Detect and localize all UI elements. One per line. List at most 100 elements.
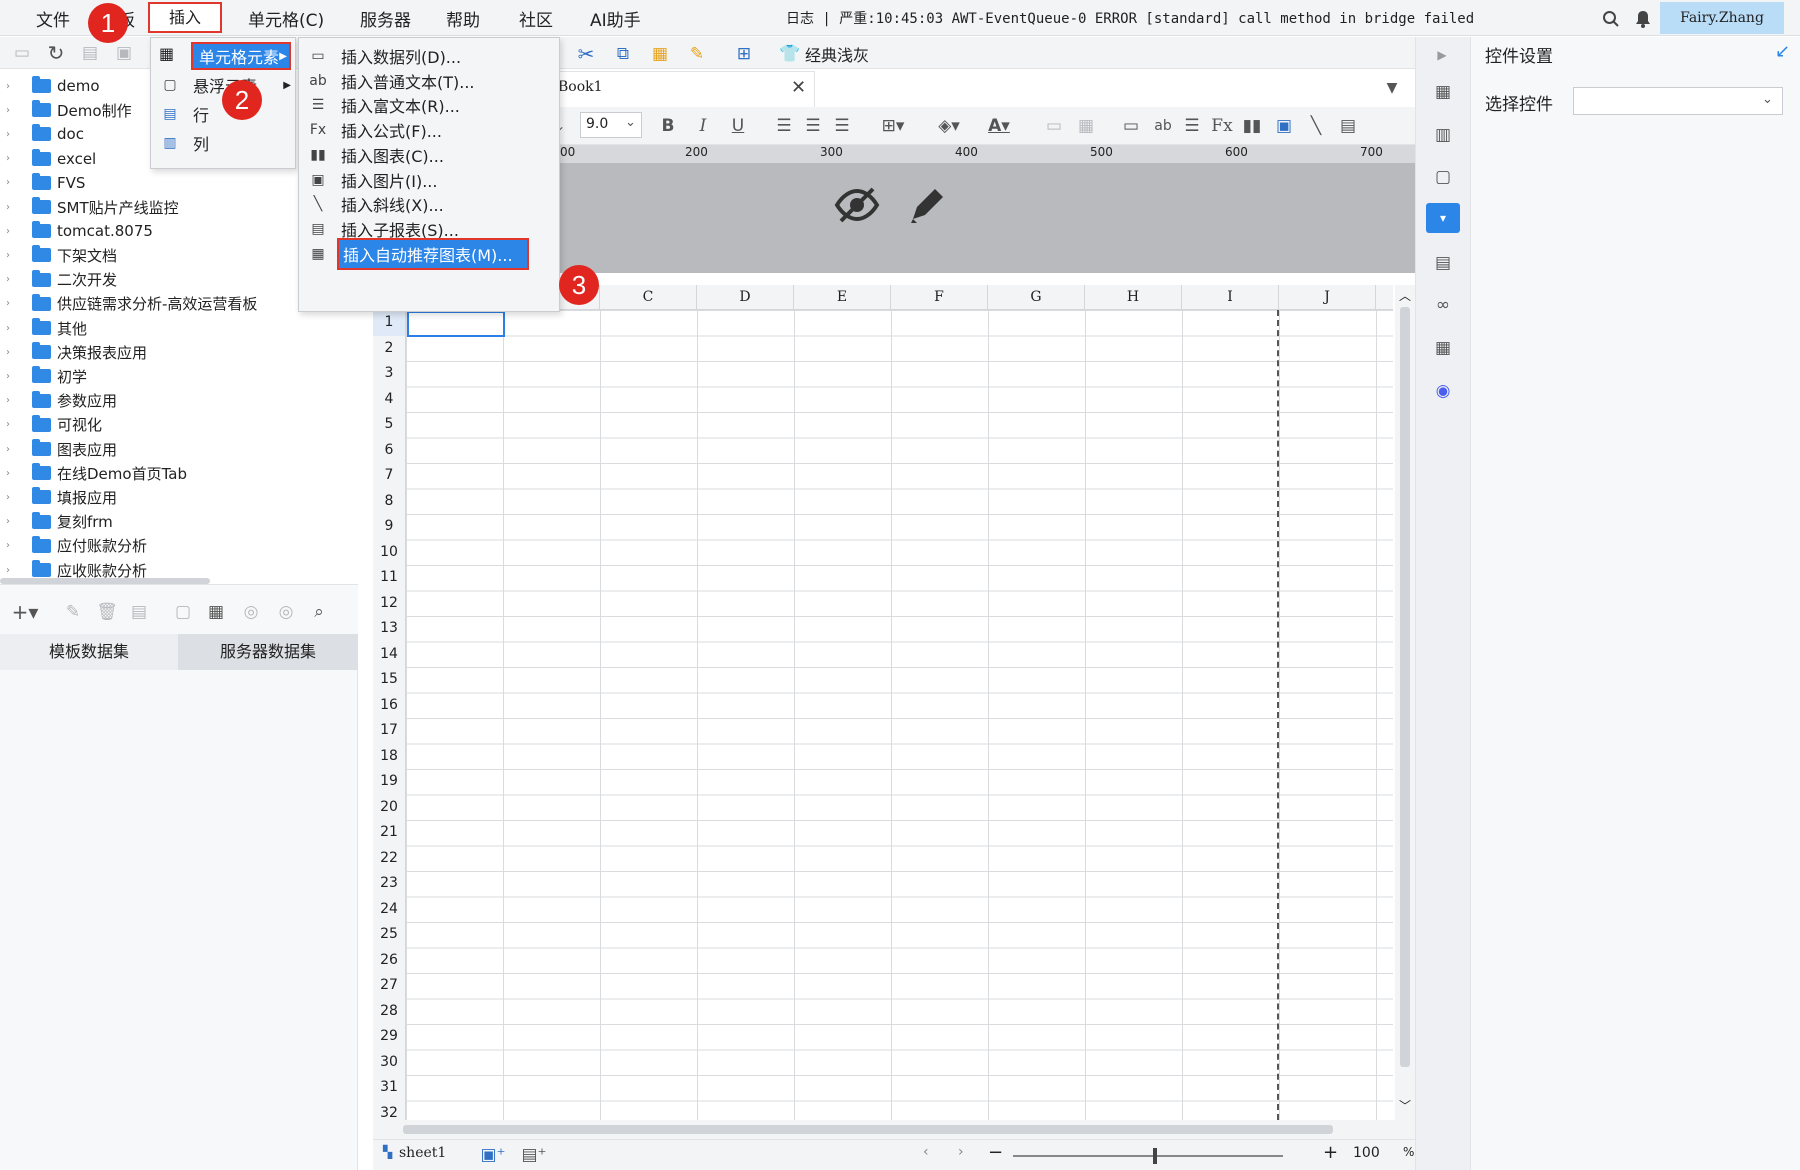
row-header[interactable]: 12: [373, 590, 406, 616]
paste-icon[interactable]: ▦: [647, 41, 673, 67]
expand-arrow-icon[interactable]: ›: [6, 492, 20, 503]
zoom-slider-handle[interactable]: [1153, 1148, 1157, 1164]
bell-icon[interactable]: [1632, 8, 1654, 30]
eye-hidden-icon[interactable]: [833, 183, 881, 231]
pin-icon[interactable]: ↙: [1775, 41, 1790, 62]
sheet-tab[interactable]: sheet1: [399, 1145, 446, 1161]
copy-icon[interactable]: ⧉: [610, 41, 636, 67]
tree-folder[interactable]: › 复刻frm: [6, 510, 113, 534]
expand-arrow-icon[interactable]: ›: [6, 516, 20, 527]
float-element-icon[interactable]: ▢: [1430, 164, 1456, 190]
menu-ai-assistant[interactable]: AI助手: [590, 6, 641, 31]
log-message[interactable]: 日志 | 严重:10:45:03 AWT-EventQueue-0 ERROR …: [786, 8, 1474, 28]
expand-arrow-icon[interactable]: ›: [6, 540, 20, 551]
user-name[interactable]: Fairy.Zhang: [1660, 2, 1784, 34]
font-color-icon[interactable]: A▾: [979, 113, 1019, 139]
expand-arrow-icon[interactable]: ›: [6, 298, 20, 309]
tree-folder[interactable]: › SMT贴片产线监控: [6, 195, 179, 219]
chart-icon[interactable]: ▮▮: [1239, 113, 1265, 139]
widget-settings-icon[interactable]: ▾: [1426, 203, 1460, 233]
tree-folder[interactable]: › 其他: [6, 316, 87, 340]
align-right-icon[interactable]: ☰: [829, 113, 855, 139]
menu-item-auto-chart[interactable]: ▦ 插入自动推荐图表(M)...: [307, 237, 553, 270]
column-header[interactable]: J: [1279, 285, 1376, 310]
menu-cell[interactable]: 单元格(C): [248, 6, 324, 31]
format-brush-icon[interactable]: ✎: [684, 41, 710, 67]
row-header[interactable]: 13: [373, 616, 406, 642]
row-header[interactable]: 16: [373, 692, 406, 718]
expand-arrow-icon[interactable]: ›: [6, 226, 20, 237]
row-header[interactable]: 10: [373, 539, 406, 565]
edit-param-icon[interactable]: ▦: [205, 601, 227, 623]
tree-folder[interactable]: › 供应链需求分析-高效运营看板: [6, 292, 257, 316]
row-header[interactable]: 32: [373, 1100, 406, 1120]
zoom-out-icon[interactable]: −: [988, 1142, 1003, 1163]
expand-arrow-icon[interactable]: ›: [6, 468, 20, 479]
preview-dataset-icon[interactable]: ▢: [172, 601, 194, 623]
row-header[interactable]: 30: [373, 1049, 406, 1075]
delete-icon[interactable]: 🗑: [96, 601, 118, 623]
row-header[interactable]: 28: [373, 998, 406, 1024]
row-header[interactable]: 7: [373, 463, 406, 489]
preview-icon[interactable]: ⊞: [731, 41, 757, 67]
expand-arrow-icon[interactable]: ›: [6, 395, 20, 406]
row-header[interactable]: 24: [373, 896, 406, 922]
expand-arrow-icon[interactable]: ›: [6, 129, 20, 140]
cell-attr-icon[interactable]: ▦: [1430, 79, 1456, 105]
bold-icon[interactable]: B: [655, 113, 681, 139]
menu-item-cell-element[interactable]: 单元格元素 ▶: [191, 42, 291, 70]
scroll-thumb[interactable]: [1400, 307, 1410, 1067]
tree-folder[interactable]: › 参数应用: [6, 389, 117, 413]
tree-folder[interactable]: › FVS: [6, 171, 85, 195]
expand-arrow-icon[interactable]: ›: [6, 81, 20, 92]
vertical-scrollbar[interactable]: ︿ ﹀: [1395, 285, 1415, 1120]
expand-arrow-icon[interactable]: ›: [6, 177, 20, 188]
fill-color-icon[interactable]: ◈▾: [929, 113, 969, 139]
rich-text-icon[interactable]: ☰: [1179, 113, 1205, 139]
data-column-icon[interactable]: ▭: [1118, 113, 1144, 139]
db-config-icon[interactable]: ◎: [240, 601, 262, 623]
tree-folder[interactable]: › 填报应用: [6, 485, 117, 509]
scroll-up-icon[interactable]: ︿: [1399, 287, 1411, 304]
column-header[interactable]: H: [1085, 285, 1182, 310]
slash-icon[interactable]: ╲: [1303, 113, 1329, 139]
tree-folder[interactable]: › 应付账款分析: [6, 534, 147, 558]
edit-icon[interactable]: ✎: [62, 601, 84, 623]
subreport-icon[interactable]: ▤: [1335, 113, 1361, 139]
tree-folder[interactable]: › 二次开发: [6, 268, 117, 292]
db-query-icon[interactable]: ◎: [275, 601, 297, 623]
row-header[interactable]: 3: [373, 361, 406, 387]
tab-template-dataset[interactable]: 模板数据集: [0, 634, 178, 670]
menu-file[interactable]: 文件: [36, 6, 70, 31]
menu-server[interactable]: 服务器: [360, 6, 411, 31]
hyperlink-icon[interactable]: ∞: [1430, 292, 1456, 318]
image-icon[interactable]: ▣: [1271, 113, 1297, 139]
row-header[interactable]: 25: [373, 922, 406, 948]
tree-folder[interactable]: › 下架文档: [6, 243, 117, 267]
column-header[interactable]: F: [891, 285, 988, 310]
pencil-icon[interactable]: [905, 183, 949, 231]
tree-folder[interactable]: › 可视化: [6, 413, 102, 437]
row-header[interactable]: 1: [373, 310, 406, 336]
tree-folder[interactable]: › tomcat.8075: [6, 219, 153, 243]
tree-folder[interactable]: › 决策报表应用: [6, 340, 147, 364]
widget-select[interactable]: ⌄: [1573, 87, 1783, 115]
cell-element-icon[interactable]: ▤: [1430, 250, 1456, 276]
column-header[interactable]: G: [988, 285, 1085, 310]
align-center-icon[interactable]: ☰: [800, 113, 826, 139]
row-header[interactable]: 22: [373, 845, 406, 871]
grid-cells[interactable]: [406, 310, 1393, 1120]
italic-icon[interactable]: I: [690, 113, 716, 139]
tree-folder[interactable]: › 在线Demo首页Tab: [6, 461, 187, 485]
tree-folder[interactable]: › 图表应用: [6, 437, 117, 461]
cut-icon[interactable]: ✂: [573, 41, 599, 67]
search-icon[interactable]: ⌕: [308, 601, 330, 623]
expand-arrow-icon[interactable]: ›: [6, 323, 20, 334]
expand-arrow-icon[interactable]: ›: [6, 444, 20, 455]
column-header[interactable]: I: [1182, 285, 1279, 310]
theme-label[interactable]: 经典浅灰: [805, 42, 869, 66]
row-header[interactable]: 9: [373, 514, 406, 540]
row-header[interactable]: 4: [373, 386, 406, 412]
close-icon[interactable]: ✕: [791, 77, 806, 98]
tree-folder[interactable]: › excel: [6, 147, 96, 171]
